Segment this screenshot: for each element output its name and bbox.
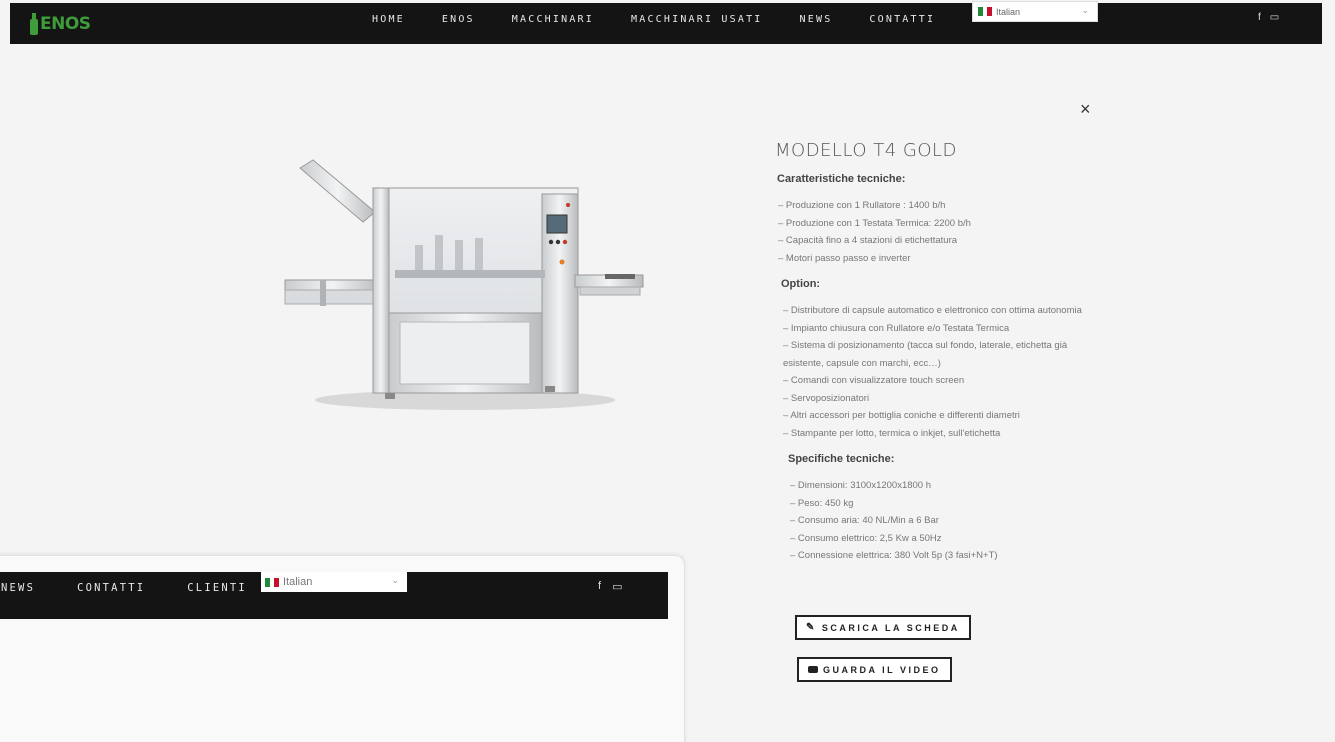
list-item: – Servoposizionatori bbox=[783, 392, 870, 404]
secondary-navbar: NEWS CONTATTI CLIENTI Italian ⌄ f ▭ bbox=[0, 572, 668, 619]
list-item: – Altri accessori per bottiglia coniche … bbox=[783, 410, 1020, 421]
facebook-icon[interactable]: f bbox=[1258, 12, 1261, 23]
youtube-icon[interactable]: ▭ bbox=[1270, 12, 1279, 23]
tech-list: – Produzione con 1 Rullatore : 1400 b/h … bbox=[778, 197, 1095, 267]
main-nav: HOME ENOS MACCHINARI MACCHINARI USATI NE… bbox=[372, 3, 1067, 35]
chevron-down-icon: ⌄ bbox=[391, 575, 399, 585]
product-info: MODELLO T4 GOLD Caratteristiche tecniche… bbox=[775, 140, 1095, 575]
spec-list: – Dimensioni: 3100x1200x1800 h – Peso: 4… bbox=[790, 477, 1095, 565]
nav-news[interactable]: NEWS bbox=[800, 14, 833, 25]
top-navbar: ENOS HOME ENOS MACCHINARI MACCHINARI USA… bbox=[10, 1, 1322, 44]
italy-flag-icon bbox=[978, 7, 993, 16]
list-item: – Capacità fino a 4 stazioni di etichett… bbox=[778, 235, 958, 246]
nav-home[interactable]: HOME bbox=[372, 14, 405, 25]
language-select[interactable]: Italian ⌄ bbox=[972, 1, 1098, 22]
list-item: – Consumo elettrico: 2,5 Kw a 50Hz bbox=[790, 532, 942, 544]
option-heading: Option: bbox=[781, 278, 821, 290]
video-icon bbox=[808, 666, 818, 673]
list-item: – Stampante per lotto, termica o inkjet,… bbox=[783, 427, 1001, 439]
list-item: – Produzione con 1 Rullatore : 1400 b/h bbox=[778, 200, 946, 211]
list-item: – Peso: 450 kg bbox=[790, 497, 854, 509]
social-links: f ▭ bbox=[598, 580, 622, 593]
nav-news[interactable]: NEWS bbox=[1, 582, 35, 594]
nav-contatti[interactable]: CONTATTI bbox=[77, 582, 145, 594]
list-item: – Produzione con 1 Testata Termica: 2200… bbox=[778, 217, 971, 229]
nav-clienti[interactable]: CLIENTI bbox=[187, 582, 247, 594]
logo-text: ENOS bbox=[40, 14, 91, 34]
list-item: – Sistema di posizionamento (tacca sul f… bbox=[783, 340, 1068, 369]
product-title: MODELLO T4 GOLD bbox=[775, 140, 957, 161]
logo[interactable]: ENOS bbox=[30, 11, 91, 37]
secondary-nav: NEWS CONTATTI CLIENTI bbox=[1, 572, 289, 604]
list-item: – Impianto chiusura con Rullatore e/o Te… bbox=[783, 322, 1010, 334]
nav-contatti[interactable]: CONTATTI bbox=[869, 14, 935, 25]
list-item: – Motori passo passo e inverter bbox=[778, 252, 911, 264]
list-item: – Connessione elettrica: 380 Volt 5p (3 … bbox=[790, 550, 998, 561]
watch-video-label: GUARDA IL VIDEO bbox=[823, 664, 941, 675]
social-links: f ▭ bbox=[1258, 12, 1279, 23]
language-label: Italian bbox=[996, 6, 1021, 17]
italy-flag-icon bbox=[265, 577, 280, 587]
list-item: – Distributore di capsule automatico e e… bbox=[783, 305, 1082, 316]
watch-video-button[interactable]: GUARDA IL VIDEO bbox=[797, 657, 952, 682]
option-list: – Distributore di capsule automatico e e… bbox=[783, 302, 1095, 442]
language-label: Italian bbox=[283, 576, 313, 588]
download-sheet-button[interactable]: ✎ SCARICA LA SCHEDA bbox=[795, 615, 971, 640]
chevron-down-icon: ⌄ bbox=[1081, 5, 1089, 15]
list-item: – Comandi con visualizzatore touch scree… bbox=[783, 375, 965, 386]
list-item: – Consumo aria: 40 NL/Min a 6 Bar bbox=[790, 515, 939, 526]
nav-enos[interactable]: ENOS bbox=[442, 14, 475, 25]
close-icon[interactable]: × bbox=[1080, 100, 1091, 118]
bottle-icon bbox=[30, 13, 38, 35]
youtube-icon[interactable]: ▭ bbox=[612, 580, 622, 593]
nav-macchinari[interactable]: MACCHINARI bbox=[512, 14, 594, 25]
tech-heading: Caratteristiche tecniche: bbox=[777, 173, 906, 185]
secondary-window: NEWS CONTATTI CLIENTI Italian ⌄ f ▭ bbox=[0, 555, 685, 742]
product-image bbox=[284, 159, 644, 410]
spec-heading: Specifiche tecniche: bbox=[788, 453, 895, 465]
facebook-icon[interactable]: f bbox=[598, 580, 601, 593]
nav-macchinari-usati[interactable]: MACCHINARI USATI bbox=[631, 14, 763, 25]
language-select[interactable]: Italian ⌄ bbox=[261, 572, 407, 592]
download-sheet-label: SCARICA LA SCHEDA bbox=[821, 622, 960, 633]
paperclip-icon: ✎ bbox=[806, 622, 817, 633]
list-item: – Dimensioni: 3100x1200x1800 h bbox=[790, 480, 932, 491]
